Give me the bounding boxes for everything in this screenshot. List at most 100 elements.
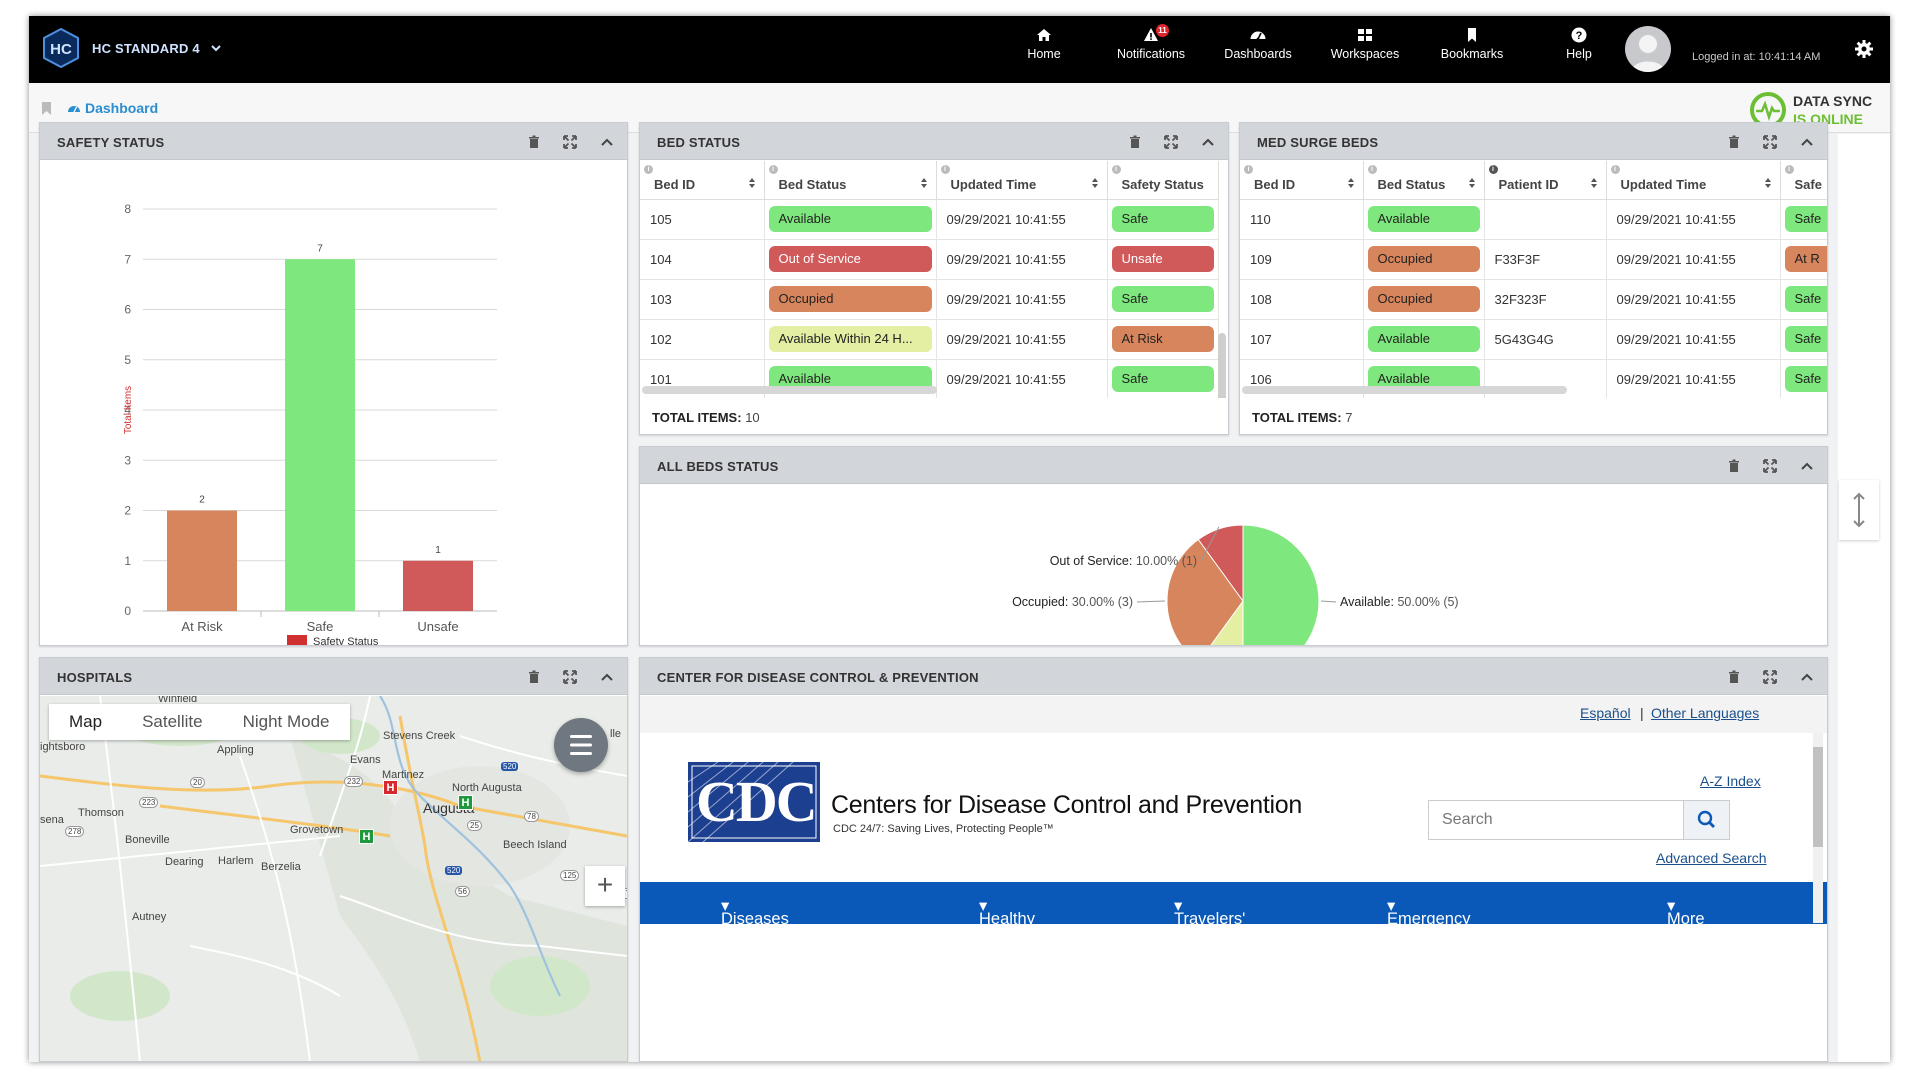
table-row[interactable]: 103 Occupied 09/29/2021 10:41:55 Safe: [640, 279, 1219, 320]
chevron-up-icon[interactable]: [1200, 134, 1216, 150]
hospital-marker[interactable]: H: [458, 795, 473, 810]
x-tick-label: At Risk: [181, 619, 223, 634]
vertical-scrollbar[interactable]: [1218, 333, 1226, 398]
table-row[interactable]: 104 Out of Service 09/29/2021 10:41:55 Unsa…: [640, 239, 1219, 280]
hospital-marker[interactable]: H: [359, 829, 374, 844]
column-header-bed-id[interactable]: i Bed ID: [640, 161, 765, 200]
table-row[interactable]: 109 Occupied F33F3F 09/29/2021 10:41:55 At R: [1240, 239, 1827, 280]
bed-status-pill: Available: [768, 206, 932, 232]
chevron-up-icon[interactable]: [1799, 134, 1815, 150]
vertical-arrows-icon: [1853, 492, 1865, 528]
road-shield: 78: [524, 811, 539, 822]
column-header-bed-status[interactable]: i Bed Status: [1363, 161, 1485, 200]
horizontal-scrollbar[interactable]: [642, 386, 937, 394]
column-header-patient-id[interactable]: i Patient ID: [1484, 161, 1607, 200]
trash-icon[interactable]: [1726, 669, 1742, 685]
bed-status-pill: Available: [1367, 326, 1480, 352]
sort-icon[interactable]: [1468, 177, 1476, 189]
column-header-bed-status[interactable]: i Bed Status: [764, 161, 937, 200]
hospitals-map[interactable]: Map Satellite Night Mode Winfield Steven…: [40, 696, 627, 1061]
cdc-nav-diseases[interactable]: Diseases & Conditions ▾: [721, 896, 799, 966]
cdc-nav-emergency-preparedness[interactable]: Emergency Preparedness ▾: [1387, 896, 1490, 947]
cdc-search-button[interactable]: [1683, 801, 1729, 839]
expand-icon[interactable]: [1762, 669, 1778, 685]
cdc-vertical-scrollbar[interactable]: [1813, 733, 1823, 923]
cell-bed-status: Available: [1363, 319, 1485, 360]
avatar[interactable]: [1625, 26, 1671, 72]
bar[interactable]: [403, 560, 473, 611]
trash-icon[interactable]: [1127, 134, 1143, 150]
pie-slice[interactable]: [1242, 524, 1320, 645]
nav-home[interactable]: Home: [994, 26, 1094, 76]
column-header-updated-time[interactable]: i Updated Time: [936, 161, 1108, 200]
cell-updated-time: 09/29/2021 10:41:55: [1606, 359, 1781, 398]
table-row[interactable]: 108 Occupied 32F323F 09/29/2021 10:41:55 Saf…: [1240, 279, 1827, 320]
map-type-night-mode[interactable]: Night Mode: [223, 704, 350, 740]
column-header-updated-time[interactable]: i Updated Time: [1606, 161, 1781, 200]
other-languages-link[interactable]: Other Languages: [1651, 705, 1759, 721]
nav-notifications[interactable]: 11 Notifications: [1101, 24, 1201, 76]
sort-icon[interactable]: [1091, 177, 1099, 189]
cell-updated-time: 09/29/2021 10:41:55: [936, 359, 1108, 398]
map-type-satellite[interactable]: Satellite: [122, 704, 222, 740]
sort-icon[interactable]: [920, 177, 928, 189]
sort-icon[interactable]: [1347, 177, 1355, 189]
cdc-nav-healthy-living[interactable]: Healthy Living ▾: [979, 896, 1035, 947]
cdc-nav-travelers-health[interactable]: Travelers' Health ▾: [1174, 896, 1245, 947]
bar-value-label: 7: [317, 243, 323, 254]
nav-help[interactable]: ? Help: [1529, 26, 1629, 76]
app-name[interactable]: HC STANDARD 4: [92, 41, 200, 56]
chevron-up-icon[interactable]: [599, 669, 615, 685]
table-row[interactable]: 107 Available 5G43G4G 09/29/2021 10:41:55 Sa…: [1240, 319, 1827, 360]
nav-workspaces[interactable]: Workspaces: [1315, 26, 1415, 76]
expand-icon[interactable]: [1762, 134, 1778, 150]
map-menu-button[interactable]: [554, 718, 608, 772]
column-header-safety-status[interactable]: i Safe: [1780, 161, 1827, 200]
column-header-safety-status[interactable]: i Safety Status: [1107, 161, 1219, 200]
expand-icon[interactable]: [562, 669, 578, 685]
bookmark-icon[interactable]: [41, 102, 52, 115]
sort-icon[interactable]: [1590, 177, 1598, 189]
map-type-map[interactable]: Map: [49, 704, 122, 740]
panel-header: CENTER FOR DISEASE CONTROL & PREVENTION: [640, 658, 1827, 695]
panel-title: CENTER FOR DISEASE CONTROL & PREVENTION: [657, 670, 979, 685]
gear-icon[interactable]: [1854, 39, 1874, 59]
trash-icon[interactable]: [526, 669, 542, 685]
trash-icon[interactable]: [1726, 134, 1742, 150]
advanced-search-link[interactable]: Advanced Search: [1656, 850, 1767, 866]
trash-icon[interactable]: [526, 134, 542, 150]
cell-bed-status: Occupied: [764, 279, 937, 320]
pie-leader-line: [1320, 600, 1337, 603]
trash-icon[interactable]: [1726, 458, 1742, 474]
table-row[interactable]: 105 Available 09/29/2021 10:41:55 Safe: [640, 199, 1219, 240]
chevron-down-icon[interactable]: [210, 43, 222, 53]
zoom-in-button[interactable]: +: [585, 866, 625, 906]
bar[interactable]: [167, 510, 237, 612]
resize-handle[interactable]: [1839, 480, 1879, 540]
sort-icon[interactable]: [1764, 177, 1772, 189]
chevron-up-icon[interactable]: [599, 134, 615, 150]
search-icon: [1697, 810, 1715, 828]
horizontal-scrollbar[interactable]: [1242, 386, 1567, 394]
gauge-icon: [68, 106, 80, 113]
cdc-nav-more[interactable]: More ▾: [1667, 896, 1705, 928]
cdc-logo[interactable]: CDC: [687, 761, 820, 843]
nav-dashboards[interactable]: Dashboards: [1208, 26, 1308, 76]
chevron-up-icon[interactable]: [1799, 458, 1815, 474]
expand-icon[interactable]: [562, 134, 578, 150]
expand-icon[interactable]: [1163, 134, 1179, 150]
hc-logo-icon[interactable]: HC: [41, 28, 81, 68]
chevron-up-icon[interactable]: [1799, 669, 1815, 685]
table-row[interactable]: 110 Available 09/29/2021 10:41:55 Safe: [1240, 199, 1827, 240]
nav-bookmarks[interactable]: Bookmarks: [1422, 26, 1522, 76]
hospital-marker[interactable]: H: [383, 780, 398, 795]
az-index-link[interactable]: A-Z Index: [1700, 773, 1761, 789]
sort-icon[interactable]: [748, 177, 756, 189]
breadcrumb[interactable]: Dashboard: [85, 100, 158, 116]
expand-icon[interactable]: [1762, 458, 1778, 474]
info-icon: i: [768, 165, 778, 174]
column-header-bed-id[interactable]: i Bed ID: [1240, 161, 1364, 200]
espanol-link[interactable]: Español: [1580, 705, 1631, 721]
table-row[interactable]: 102 Available Within 24 H... 09/29/2021 10…: [640, 319, 1219, 360]
bar[interactable]: [285, 259, 355, 611]
